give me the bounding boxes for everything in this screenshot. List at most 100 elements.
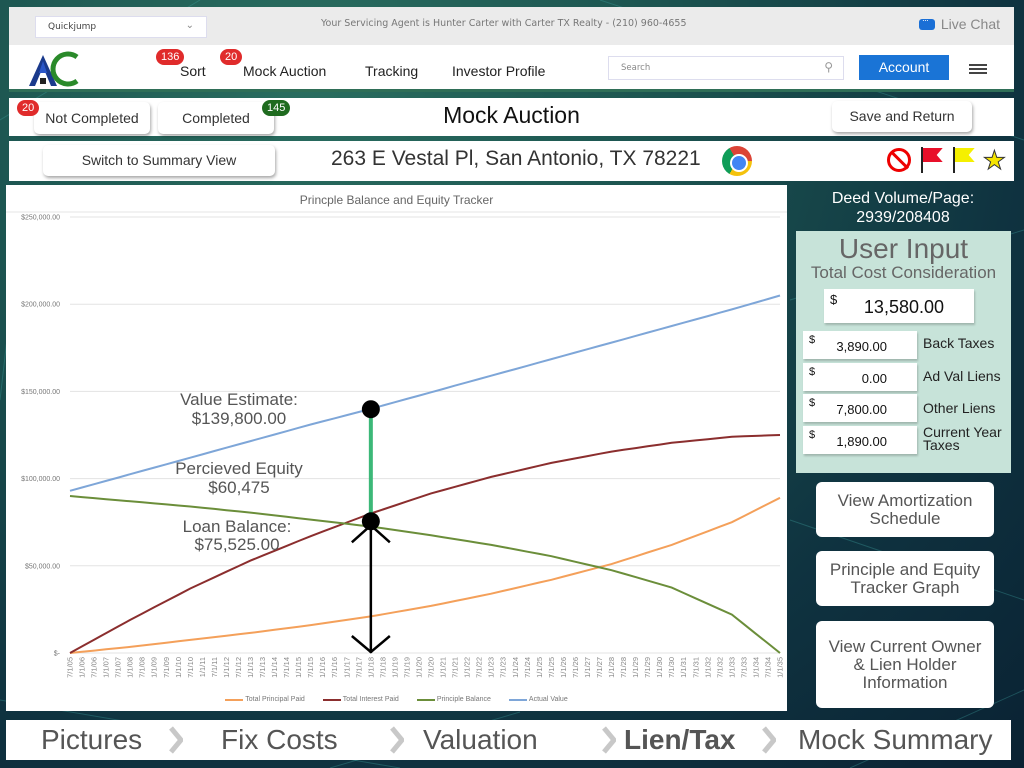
perceived-equity-amount: $60,475: [208, 478, 269, 497]
legend-label: Total Interest Paid: [342, 696, 399, 703]
search-icon[interactable]: ⚲: [824, 60, 833, 74]
company-logo[interactable]: [27, 51, 87, 87]
user-input-panel: User Input Total Cost Consideration $ 13…: [796, 231, 1011, 473]
back-taxes-label: Back Taxes: [923, 335, 995, 351]
x-tick-label: 1/1/25: [535, 657, 544, 678]
x-tick-label: 7/1/21: [451, 657, 460, 678]
back-taxes-field[interactable]: $ 3,890.00: [803, 331, 917, 359]
not-completed-count-badge: 20: [17, 100, 40, 116]
no-entry-icon[interactable]: [886, 148, 911, 172]
ad-val-liens-value: 0.00: [861, 371, 887, 386]
x-tick-label: 7/1/25: [547, 657, 556, 678]
x-tick-label: 1/1/24: [511, 657, 520, 678]
y-tick-label: $150,000.00: [21, 389, 60, 396]
y-tick-label: $200,000.00: [21, 302, 60, 309]
legend-swatch: [322, 698, 341, 701]
current-year-taxes-field[interactable]: $ 1,890.00: [803, 426, 917, 454]
not-completed-button[interactable]: Not Completed: [34, 102, 150, 134]
chrome-browser-icon[interactable]: [722, 146, 752, 176]
x-tick-label: 7/1/27: [595, 657, 604, 678]
x-tick-label: 1/1/13: [246, 657, 255, 678]
account-button[interactable]: Account: [859, 55, 949, 80]
x-tick-label: 7/1/30: [667, 657, 676, 678]
step-pictures[interactable]: Pictures: [41, 724, 142, 756]
step-fix-costs[interactable]: Fix Costs: [221, 724, 338, 756]
nav-sort[interactable]: Sort: [180, 63, 206, 79]
legend-label: Total Principal Paid: [245, 696, 305, 703]
search-input[interactable]: Search ⚲: [608, 56, 844, 80]
workflow-steps: Pictures Fix Costs Valuation Lien/Tax Mo…: [6, 720, 1011, 760]
current-year-taxes-label: Current Year Taxes: [923, 424, 1002, 453]
x-tick-label: 1/1/27: [583, 657, 592, 678]
x-tick-label: 7/1/33: [739, 657, 748, 678]
x-tick-label: 7/1/18: [378, 657, 387, 678]
chevron-right-icon: [602, 726, 616, 754]
x-tick-label: 1/1/07: [102, 657, 111, 678]
value-estimate-amount: $139,800.00: [192, 409, 287, 428]
x-tick-label: 7/1/12: [234, 657, 243, 678]
hamburger-menu-icon[interactable]: [969, 64, 987, 74]
x-tick-label: 1/1/14: [270, 657, 279, 678]
other-liens-field[interactable]: $ 7,800.00: [803, 394, 917, 422]
nav-mock-auction[interactable]: Mock Auction: [243, 63, 326, 79]
x-tick-label: 7/1/32: [715, 657, 724, 678]
total-cost-label: Total Cost Consideration: [810, 263, 997, 282]
principle-equity-graph-button[interactable]: Principle and Equity Tracker Graph: [816, 551, 994, 606]
step-valuation[interactable]: Valuation: [423, 724, 538, 756]
perceived-equity-label: Percieved Equity: [175, 459, 303, 478]
quickjump-value: Quickjump: [48, 22, 97, 32]
property-address: 263 E Vestal Pl, San Antonio, TX 78221: [331, 147, 701, 170]
x-tick-label: 7/1/19: [402, 657, 411, 678]
quickjump-select[interactable]: Quickjump ⌄: [35, 16, 207, 38]
yellow-flag-icon[interactable]: [951, 147, 975, 173]
other-liens-value: 7,800.00: [836, 402, 887, 417]
chat-icon: [918, 15, 935, 30]
nav-investor-profile[interactable]: Investor Profile: [452, 63, 545, 79]
x-tick-label: 1/1/35: [776, 657, 785, 678]
legend-swatch: [225, 698, 244, 701]
chevron-right-icon: [762, 726, 776, 754]
total-cost-field[interactable]: $ 13,580.00: [824, 289, 974, 323]
completed-count-badge: 145: [262, 100, 291, 116]
chart-legend: Total Principal Paid Total Interest Paid P…: [6, 696, 787, 703]
ad-val-liens-label: Ad Val Liens: [923, 368, 1001, 384]
value-estimate-marker: [361, 400, 380, 419]
completed-button[interactable]: Completed: [158, 102, 274, 134]
currency-symbol: $: [809, 366, 816, 378]
x-tick-label: 7/1/13: [258, 657, 267, 678]
deed-label: Deed Volume/Page:: [831, 190, 975, 207]
x-tick-label: 1/1/20: [414, 657, 423, 678]
search-placeholder: Search: [621, 63, 651, 73]
chevron-down-icon: ⌄: [185, 20, 194, 31]
deed-value: 2939/208408: [856, 209, 950, 226]
step-mock-summary[interactable]: Mock Summary: [798, 724, 992, 756]
nav-tracking[interactable]: Tracking: [365, 63, 418, 79]
x-tick-label: 7/1/11: [210, 657, 219, 677]
ad-val-liens-field[interactable]: $ 0.00: [803, 363, 917, 391]
live-chat-label: Live Chat: [940, 16, 1000, 32]
legend-label: Principle Balance: [436, 696, 491, 703]
main-nav: 136 Sort 20 Mock Auction Tracking Invest…: [9, 45, 1014, 92]
step-lien-tax[interactable]: Lien/Tax: [624, 724, 736, 756]
red-flag-icon[interactable]: [919, 147, 943, 173]
x-tick-label: 7/1/08: [138, 657, 147, 678]
x-tick-label: 7/1/17: [354, 657, 363, 678]
property-row: Switch to Summary View 263 E Vestal Pl, …: [9, 141, 1014, 181]
legend-item: Total Principal Paid: [225, 696, 305, 703]
x-tick-label: 7/1/05: [66, 657, 75, 678]
x-tick-label: 1/1/16: [318, 657, 327, 678]
save-and-return-button[interactable]: Save and Return: [832, 101, 972, 132]
servicing-agent-text: Your Servicing Agent is Hunter Carter wi…: [321, 18, 687, 29]
x-tick-label: 7/1/26: [571, 657, 580, 678]
view-owner-lienholder-button[interactable]: View Current Owner & Lien Holder Informa…: [816, 621, 994, 708]
y-tick-label: $-: [54, 651, 61, 658]
view-amortization-schedule-button[interactable]: View Amortization Schedule: [816, 482, 994, 537]
switch-summary-view-button[interactable]: Switch to Summary View: [43, 145, 275, 176]
x-tick-label: 1/1/15: [294, 657, 303, 678]
x-tick-label: 1/1/19: [390, 657, 399, 678]
x-tick-label: 1/1/30: [655, 657, 664, 678]
legend-swatch: [416, 698, 435, 701]
loan-balance-label: Loan Balance:: [183, 517, 292, 536]
live-chat-link[interactable]: Live Chat: [918, 15, 1000, 32]
star-icon[interactable]: ★: [982, 147, 1006, 174]
